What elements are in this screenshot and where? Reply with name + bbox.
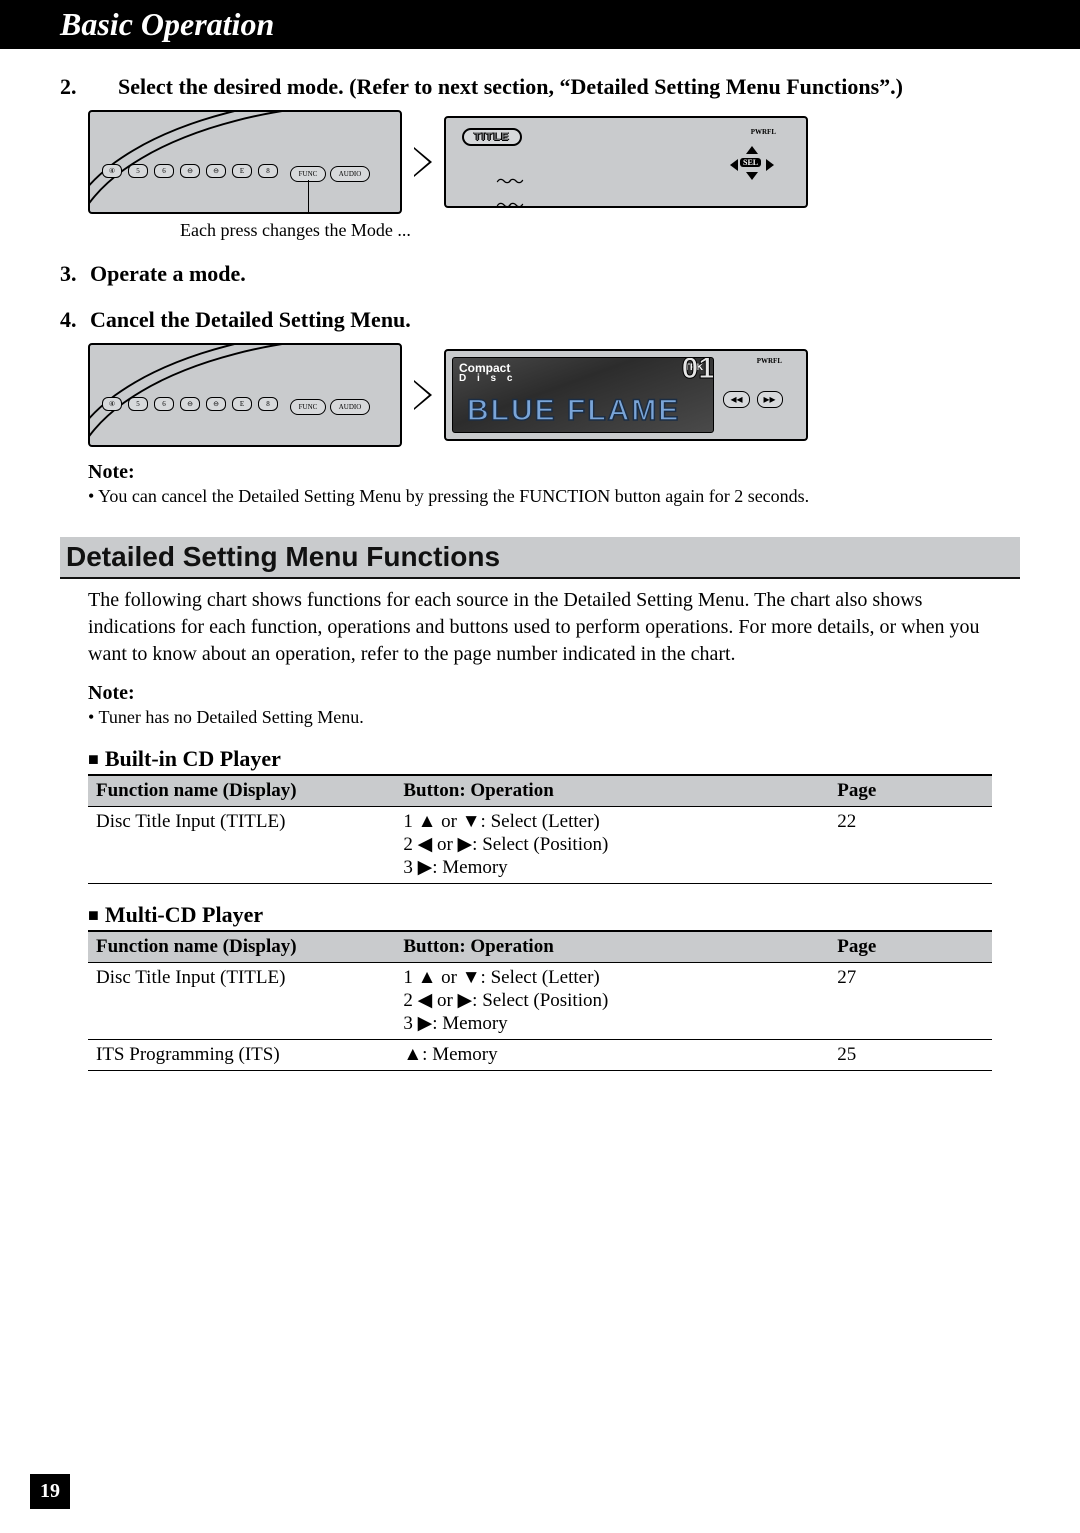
sel-control-icon: PWRFL SEL	[706, 124, 796, 198]
builtin-cd-heading: Built-in CD Player	[88, 746, 992, 776]
cell-page: 22	[829, 807, 992, 884]
sel-label: SEL	[740, 158, 761, 167]
audio-button: AUDIO	[330, 166, 370, 182]
trk-number: 01	[682, 357, 714, 386]
preset-button: ④	[102, 397, 122, 411]
col-operation: Button: Operation	[395, 776, 829, 807]
step-2: 2. Select the desired mode. (Refer to nex…	[60, 74, 1020, 100]
panel-illustration-left: ④ 5 6 ⊖ ⊖ E 8 FUNC AUDIO	[88, 110, 402, 214]
cell-func: Disc Title Input (TITLE)	[88, 963, 395, 1040]
detailed-setting-body: The following chart shows functions for …	[88, 587, 992, 668]
cell-func: ITS Programming (ITS)	[88, 1040, 395, 1071]
preset-button: ⊖	[180, 164, 200, 178]
panel-illustration-left-2: ④ 5 6 ⊖ ⊖ E 8 FUNC AUDIO	[88, 343, 402, 447]
pwrfl-label: PWRFL	[757, 357, 782, 365]
step-4-text: Cancel the Detailed Setting Menu.	[90, 307, 411, 332]
detailed-setting-heading: Detailed Setting Menu Functions	[60, 537, 1020, 579]
wave-icon: 〜〜〜〜	[496, 168, 520, 208]
section-header: Basic Operation	[0, 0, 1080, 49]
cell-page: 27	[829, 963, 992, 1040]
step-4: 4.Cancel the Detailed Setting Menu.	[60, 307, 1020, 333]
cell-func: Disc Title Input (TITLE)	[88, 807, 395, 884]
pwrfl-label: PWRFL	[751, 128, 776, 136]
preset-button: 8	[258, 164, 278, 178]
note-label-2: Note:	[88, 682, 1020, 705]
note-item-2: Tuner has no Detailed Setting Menu.	[88, 707, 1020, 728]
cell-op: 1 ▲ or ▼: Select (Letter) 2 ◀ or ▶: Sele…	[395, 807, 829, 884]
preset-button: ④	[102, 164, 122, 178]
col-operation: Button: Operation	[395, 932, 829, 963]
illustration-caption: Each press changes the Mode ...	[180, 220, 1020, 241]
prev-icon: ◂◂	[723, 391, 749, 408]
audio-button: AUDIO	[330, 399, 370, 415]
table-row: Disc Title Input (TITLE) 1 ▲ or ▼: Selec…	[88, 807, 992, 884]
step-3-text: Operate a mode.	[90, 261, 246, 286]
step-3-number: 3.	[60, 261, 90, 287]
disc-label: D i s c	[459, 374, 516, 384]
title-indicator: TITLE	[462, 128, 522, 146]
preset-button: ⊖	[180, 397, 200, 411]
illustration-row-1: ④ 5 6 ⊖ ⊖ E 8 FUNC AUDIO TITLE 〜〜〜〜 PWRF…	[88, 110, 1020, 214]
table-row: ITS Programming (ITS) ▲: Memory 25	[88, 1040, 992, 1071]
table-row: Disc Title Input (TITLE) 1 ▲ or ▼: Selec…	[88, 963, 992, 1040]
col-page: Page	[829, 932, 992, 963]
note-item-1: You can cancel the Detailed Setting Menu…	[88, 486, 1020, 507]
builtin-cd-table: Function name (Display) Button: Operatio…	[88, 776, 992, 884]
display-illustration-title: TITLE 〜〜〜〜 PWRFL SEL	[444, 116, 808, 208]
preset-button: ⊖	[206, 397, 226, 411]
preset-button: 5	[128, 397, 148, 411]
cell-op: 1 ▲ or ▼: Select (Letter) 2 ◀ or ▶: Sele…	[395, 963, 829, 1040]
multicd-table: Function name (Display) Button: Operatio…	[88, 932, 992, 1071]
cell-op: ▲: Memory	[395, 1040, 829, 1071]
func-button: FUNC	[290, 399, 326, 415]
preset-button: E	[232, 397, 252, 411]
note-label-1: Note:	[88, 461, 1020, 484]
step-2-number: 2.	[60, 74, 90, 100]
preset-button: 6	[154, 164, 174, 178]
next-icon: ▸▸	[757, 391, 783, 408]
preset-button: 6	[154, 397, 174, 411]
display-illustration-blueflame: Compact D i s c TRK 01 BLUE FLAME PWRFL …	[444, 349, 808, 441]
arrow-right-icon	[414, 147, 432, 177]
lcd-display: Compact D i s c TRK 01 BLUE FLAME	[452, 357, 714, 433]
cell-page: 25	[829, 1040, 992, 1071]
skip-buttons-icon: ◂◂ ▸▸	[710, 391, 796, 408]
arrow-right-icon	[414, 380, 432, 410]
preset-button: E	[232, 164, 252, 178]
step-4-number: 4.	[60, 307, 90, 333]
col-page: Page	[829, 776, 992, 807]
col-function: Function name (Display)	[88, 932, 395, 963]
preset-button: ⊖	[206, 164, 226, 178]
step-3: 3.Operate a mode.	[60, 261, 1020, 287]
illustration-row-2: ④ 5 6 ⊖ ⊖ E 8 FUNC AUDIO Compact D i s c…	[88, 343, 1020, 447]
preset-button: 5	[128, 164, 148, 178]
col-function: Function name (Display)	[88, 776, 395, 807]
step-2-text: Select the desired mode. (Refer to next …	[118, 74, 903, 99]
multicd-heading: Multi-CD Player	[88, 902, 992, 932]
disc-title-text: BLUE FLAME	[467, 394, 680, 428]
preset-button: 8	[258, 397, 278, 411]
page-number: 19	[30, 1474, 70, 1509]
